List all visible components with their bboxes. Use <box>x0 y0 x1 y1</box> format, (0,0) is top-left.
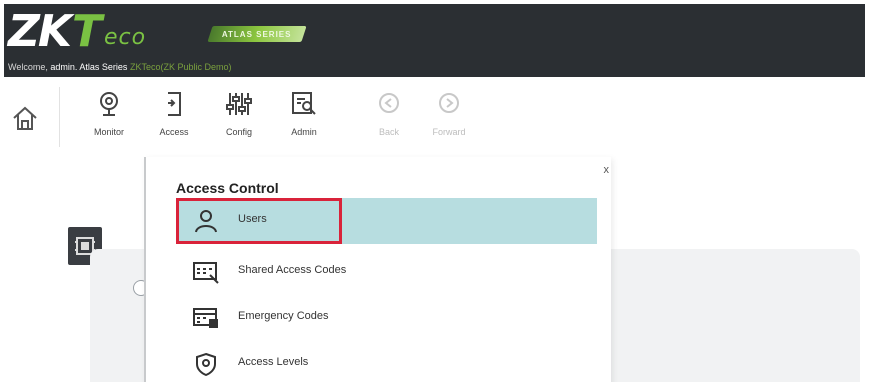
webcam-icon <box>100 92 118 116</box>
admin-label: Admin <box>291 127 317 137</box>
door-icon <box>168 92 181 116</box>
menu-item-label: Emergency Codes <box>238 310 329 322</box>
home-button[interactable] <box>10 103 40 133</box>
welcome-series: Atlas Series <box>79 62 128 72</box>
access-control-menu: x Access Control Users Shared Access Cod… <box>144 157 611 382</box>
keypad-icon <box>193 262 219 284</box>
menu-item-label: Access Levels <box>238 356 309 368</box>
forward-button[interactable]: Forward <box>419 91 479 151</box>
emergency-keypad-icon <box>193 308 218 328</box>
welcome-message: Welcome, admin. Atlas Series ZKTeco(ZK P… <box>8 62 232 72</box>
menu-item-access-levels[interactable]: Access Levels <box>176 341 597 382</box>
menu-item-shared-access-codes[interactable]: Shared Access Codes <box>176 249 597 295</box>
config-button[interactable]: Config <box>209 91 269 151</box>
forward-label: Forward <box>432 127 466 137</box>
admin-button[interactable]: Admin <box>274 91 334 151</box>
menu-item-label: Shared Access Codes <box>238 264 347 276</box>
house-icon <box>13 106 37 130</box>
back-button[interactable]: Back <box>359 91 419 151</box>
forward-circle-icon <box>439 93 459 113</box>
atlas-series-badge: ATLAS SERIES <box>207 26 307 42</box>
menu-title: Access Control <box>176 180 279 196</box>
config-label: Config <box>225 127 252 137</box>
app-window: ZK Teco ATLAS SERIES Welcome, admin. Atla… <box>4 4 865 382</box>
close-icon[interactable]: x <box>604 164 610 176</box>
access-button[interactable]: Access <box>144 91 204 151</box>
menu-item-emergency-codes[interactable]: Emergency Codes <box>176 295 597 341</box>
app-header: ZK Teco ATLAS SERIES Welcome, admin. Atla… <box>4 4 865 77</box>
access-label: Access <box>159 127 189 137</box>
welcome-user: admin. <box>50 62 78 72</box>
admin-search-icon <box>292 92 316 115</box>
monitor-button[interactable]: Monitor <box>79 91 139 151</box>
main-toolbar: Monitor Access Config Admin Back Forward <box>4 77 865 157</box>
toolbar-separator <box>59 87 60 147</box>
monitor-label: Monitor <box>93 127 124 137</box>
sliders-icon <box>226 93 252 115</box>
zkteco-logo: ZK Teco <box>8 6 147 57</box>
highlight-annotation <box>176 198 342 244</box>
shield-icon <box>196 352 216 376</box>
welcome-site: ZKTeco(ZK Public Demo) <box>129 62 232 72</box>
back-circle-icon <box>379 93 399 113</box>
back-label: Back <box>378 127 399 137</box>
